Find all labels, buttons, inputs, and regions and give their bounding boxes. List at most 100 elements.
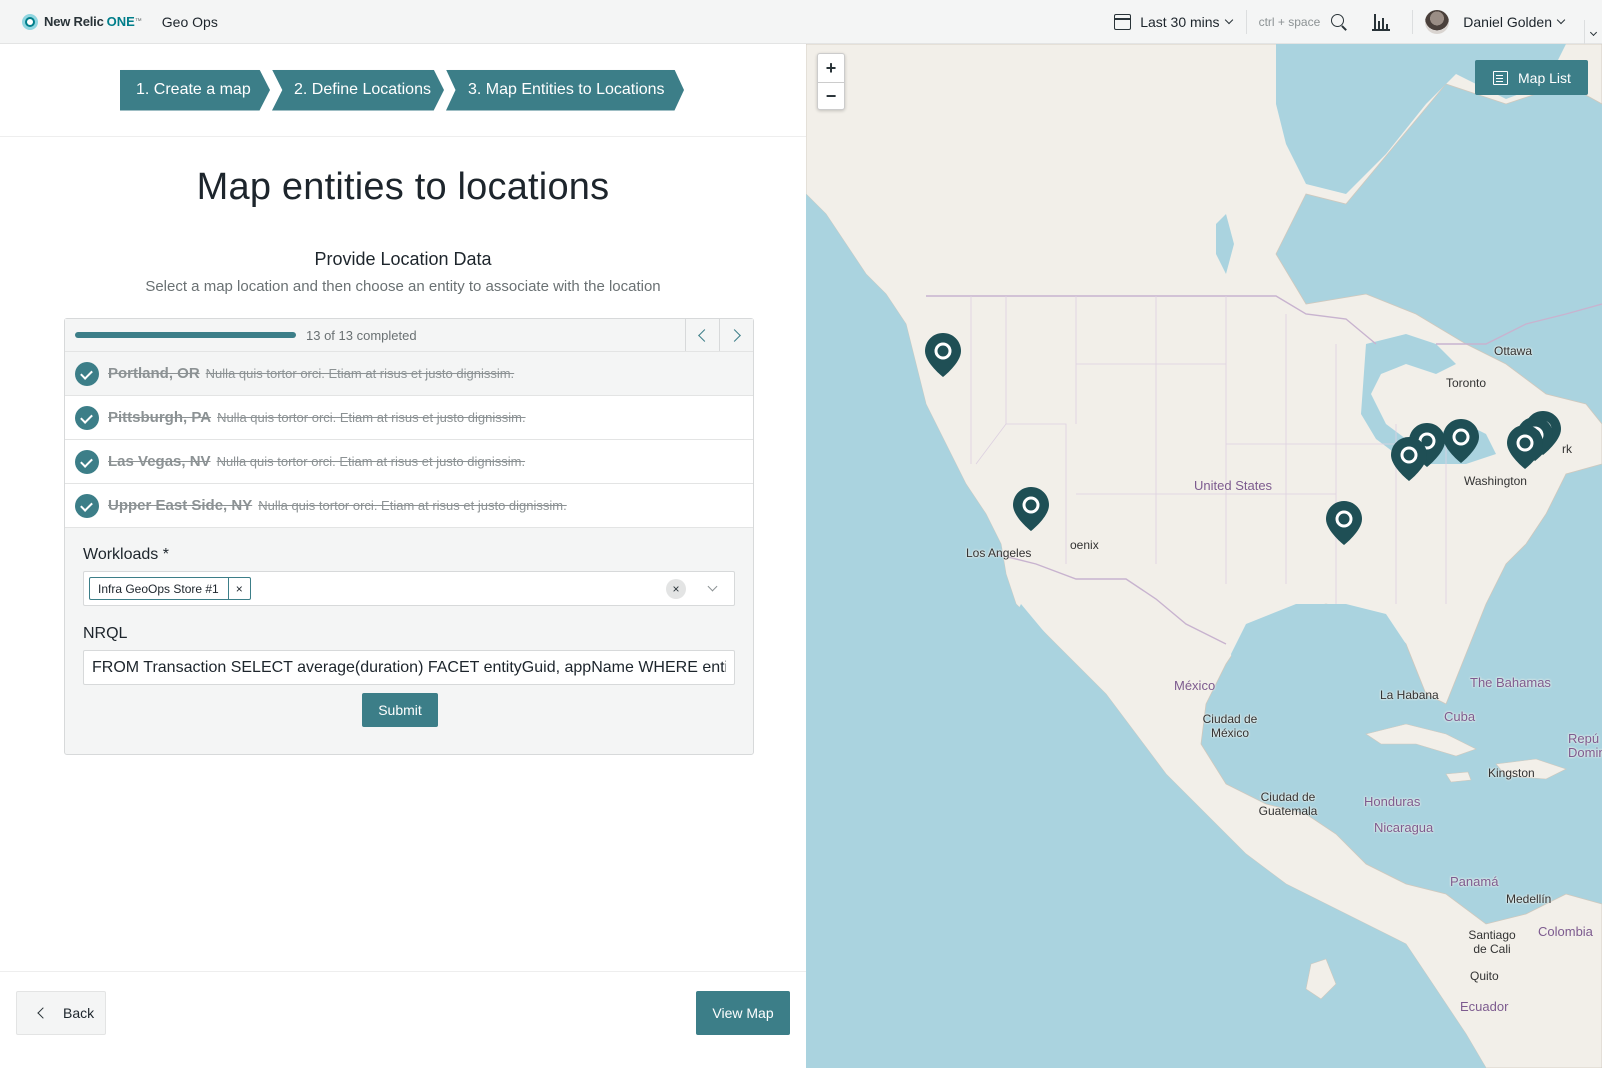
search-shortcut-hint: ctrl + space [1258, 15, 1321, 29]
next-button[interactable] [719, 319, 753, 351]
new-relic-logo-icon [22, 13, 38, 30]
entity-form: Workloads * Infra GeoOps Store #1 × × NR… [65, 528, 753, 685]
country-label-united-states: United States [1194, 478, 1273, 493]
section-title: Provide Location Data [314, 249, 492, 269]
view-map-button[interactable]: View Map [696, 991, 790, 1035]
app-name[interactable]: Geo Ops [162, 14, 218, 30]
side-panel-toggle[interactable] [1584, 20, 1602, 44]
city-label-la-habana: La Habana [1380, 688, 1439, 702]
wizard-footer: Back View Map [0, 971, 806, 1068]
check-circle-icon [75, 493, 99, 518]
chevron-down-icon [1556, 15, 1566, 25]
calendar-icon [1114, 14, 1132, 30]
chevron-down-icon [1589, 28, 1598, 36]
location-name: Upper East Side, NY [108, 497, 253, 514]
country-label-mexico: México [1174, 678, 1216, 693]
chevron-down-icon[interactable] [707, 581, 718, 592]
zoom-in-button[interactable]: + [818, 54, 844, 82]
check-circle-icon [75, 449, 99, 474]
chevron-left-icon [37, 1007, 49, 1019]
location-description: Nulla quis tortor orci. Etiam at risus e… [216, 454, 526, 469]
progress-row: 13 of 13 completed [65, 319, 753, 352]
city-label-quito: Quito [1470, 969, 1499, 983]
map-list-label: Map List [1518, 69, 1571, 86]
location-name: Pittsburgh, PA [108, 409, 212, 426]
location-data-card: 13 of 13 completed Portland, OR Nulla qu… [64, 318, 754, 755]
location-name: Las Vegas, NV [108, 453, 211, 470]
city-label-ciudad-de-mexico: Ciudad de México [1202, 712, 1258, 740]
zoom-control: + − [817, 53, 845, 110]
location-item[interactable]: Upper East Side, NY Nulla quis tortor or… [65, 484, 753, 528]
chip-remove-icon[interactable]: × [227, 578, 250, 599]
progress-bar [75, 332, 296, 338]
location-description: Nulla quis tortor orci. Etiam at risus e… [205, 366, 515, 381]
city-label-santiago-de-cali: Santiago de Cali [1468, 928, 1516, 956]
brand[interactable]: New Relic ONE ™ [22, 13, 142, 30]
pager [685, 319, 753, 351]
workloads-multiselect[interactable]: Infra GeoOps Store #1 × × [83, 571, 735, 606]
top-right-controls: Last 30 mins ctrl + space Daniel Golden [1114, 0, 1602, 44]
city-label-los-angeles: Los Angeles [966, 546, 1032, 560]
location-name: Portland, OR [108, 365, 200, 382]
country-label-ecuador: Ecuador [1460, 999, 1509, 1014]
country-label-colombia: Colombia [1538, 924, 1593, 939]
back-button[interactable]: Back [16, 991, 106, 1035]
map-pin-memphis[interactable] [1325, 500, 1363, 546]
brand-one: ONE [106, 14, 135, 29]
avatar[interactable] [1425, 10, 1450, 34]
map-pin-las-vegas[interactable] [1012, 486, 1050, 532]
divider [1412, 10, 1414, 34]
workload-chip: Infra GeoOps Store #1 × [89, 577, 251, 600]
city-label-toronto: Toronto [1446, 376, 1487, 390]
country-label-cuba: Cuba [1444, 709, 1476, 724]
country-label-honduras: Honduras [1364, 794, 1421, 809]
location-item[interactable]: Pittsburgh, PA Nulla quis tortor orci. E… [65, 396, 753, 440]
wizard-panel: 1. Create a map 2. Define Locations 3. M… [0, 44, 806, 1068]
chevron-left-icon [698, 328, 711, 342]
city-label-ottawa: Ottawa [1494, 344, 1533, 358]
map-list-button[interactable]: Map List [1475, 60, 1588, 95]
chevron-right-icon [728, 328, 741, 342]
top-navigation-bar: New Relic ONE ™ Geo Ops Last 30 mins ctr… [0, 0, 1602, 44]
map-pin-harrisburg[interactable] [1442, 418, 1480, 464]
progress-fill [75, 332, 296, 338]
map-pin-portland[interactable] [924, 332, 962, 378]
stepper: 1. Create a map 2. Define Locations 3. M… [0, 44, 806, 137]
clear-icon[interactable]: × [666, 579, 686, 599]
step-define-locations[interactable]: 2. Define Locations [272, 69, 444, 111]
location-item[interactable]: Las Vegas, NV Nulla quis tortor orci. Et… [65, 440, 753, 484]
progress-text: 13 of 13 completed [306, 327, 417, 343]
location-item[interactable]: Portland, OR Nulla quis tortor orci. Eti… [65, 352, 753, 396]
step-create-map[interactable]: 1. Create a map [120, 69, 270, 111]
jamaica [1445, 771, 1472, 783]
city-label-medellin: Medellín [1506, 892, 1552, 906]
add-chart-icon[interactable] [1372, 13, 1391, 31]
map-tiles [806, 44, 1602, 1068]
map-pin-columbus[interactable] [1390, 436, 1428, 482]
map-pin-philadelphia[interactable] [1506, 424, 1544, 470]
search-icon[interactable] [1330, 13, 1348, 31]
step-map-entities[interactable]: 3. Map Entities to Locations [446, 69, 684, 111]
previous-button[interactable] [685, 319, 719, 351]
time-range-picker[interactable]: Last 30 mins [1114, 14, 1233, 30]
nrql-input[interactable] [83, 650, 735, 685]
brand-trademark: ™ [134, 18, 142, 25]
zoom-out-button[interactable]: − [818, 82, 844, 110]
submit-button[interactable]: Submit [362, 693, 438, 727]
check-circle-icon [75, 405, 99, 430]
user-name: Daniel Golden [1463, 14, 1552, 30]
workloads-label: Workloads * [83, 546, 169, 563]
map[interactable]: Ottawa Toronto Washington rk United Stat… [806, 44, 1602, 1068]
brand-name: New Relic [44, 14, 104, 29]
page-title: Map entities to locations [196, 166, 610, 208]
city-label-new-york: rk [1562, 442, 1572, 456]
divider [1245, 10, 1247, 34]
location-description: Nulla quis tortor orci. Etiam at risus e… [217, 410, 526, 425]
country-label-dominican-republic: Repú Domin [1568, 731, 1602, 760]
country-label-nicaragua: Nicaragua [1374, 820, 1434, 835]
workload-chip-label: Infra GeoOps Store #1 [98, 581, 219, 596]
back-label: Back [63, 1005, 95, 1021]
chevron-down-icon [1224, 15, 1233, 25]
list-icon [1493, 70, 1508, 85]
user-menu[interactable]: Daniel Golden [1463, 14, 1566, 30]
